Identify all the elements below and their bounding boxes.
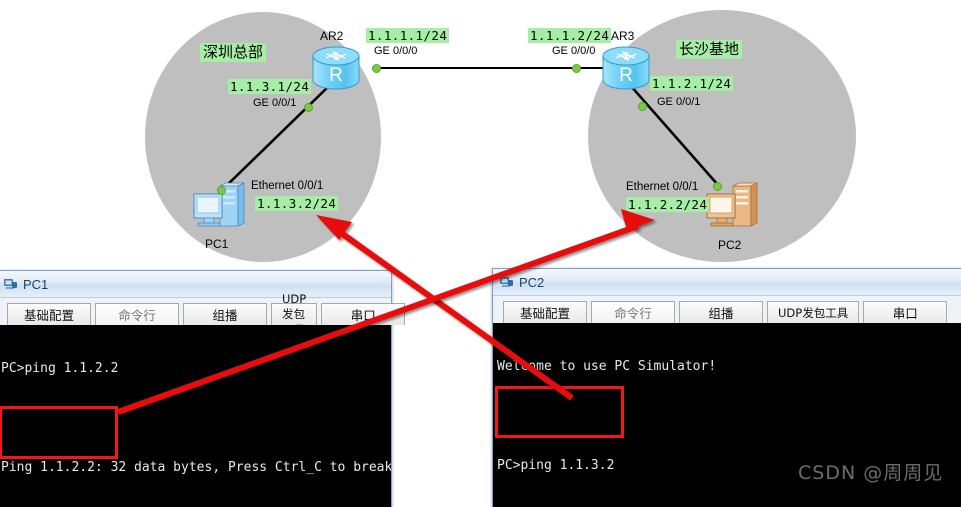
link-endpoint-dot <box>713 182 722 191</box>
pc2-titlebar[interactable]: PC2 <box>493 269 961 296</box>
pc2-terminal[interactable]: Welcome to use PC Simulator! PC>ping 1.1… <box>493 323 961 507</box>
right-zone-label: 长沙基地 <box>676 40 743 59</box>
pc1-tabstrip[interactable]: 基础配置 命令行 组播 UDP发包工具 串口 <box>0 292 406 337</box>
tab-组播[interactable]: 组播 <box>183 303 267 325</box>
pc1-interface: Ethernet 0/0/1 <box>251 180 324 192</box>
tab-命令行[interactable]: 命令行 <box>95 303 179 325</box>
ar3-wan-ip: 1.1.1.2/24 <box>528 28 612 43</box>
router-ar2-name: AR2 <box>320 29 344 43</box>
pc1-highlight-box <box>0 406 118 459</box>
terminal-line: PC>ping 1.1.2.2 <box>1 361 119 376</box>
ar3-lan-ip: 1.1.2.1/24 <box>650 76 734 91</box>
tab-组播[interactable]: 组播 <box>679 301 763 323</box>
tab-基础配置[interactable]: 基础配置 <box>503 301 587 323</box>
pc1-terminal[interactable]: PC>ping 1.1.2.2 Ping 1.1.2.2: 32 data by… <box>0 325 391 507</box>
ar2-lan-ip: 1.1.3.1/24 <box>228 79 312 94</box>
network-topology-diagram: 深圳总部 长沙基地 R AR2 1.1.1.1/24 GE 0/0/0 1.1.… <box>0 0 961 268</box>
terminal-line: Welcome to use PC Simulator! <box>497 359 717 374</box>
tab-基础配置[interactable]: 基础配置 <box>7 303 91 325</box>
ar3-lan-interface: GE 0/0/1 <box>657 96 701 108</box>
tab-串口[interactable]: 串口 <box>863 301 948 323</box>
pc2-tabstrip[interactable]: 基础配置 命令行 组播 UDP发包工具 串口 <box>493 296 961 323</box>
svg-text:R: R <box>329 65 343 86</box>
router-ar3-icon[interactable]: R <box>600 45 652 91</box>
link-endpoint-dot <box>372 64 381 73</box>
left-zone-label: 深圳总部 <box>200 43 267 62</box>
pc2-icon[interactable] <box>703 182 761 234</box>
svg-text:R: R <box>619 65 633 86</box>
pc2-window-title: PC2 <box>519 274 545 290</box>
link-endpoint-dot <box>638 102 647 111</box>
pc-window-icon <box>499 275 514 289</box>
pc1-window[interactable]: PC1 基础配置 命令行 组播 UDP发包工具 串口 PC>ping 1.1.2… <box>0 270 406 507</box>
pc2-interface: Ethernet 0/0/1 <box>626 181 699 193</box>
pc2-ip: 1.1.2.2/24 <box>626 197 710 212</box>
ar3-wan-interface: GE 0/0/0 <box>552 45 596 57</box>
tab-命令行[interactable]: 命令行 <box>591 301 675 323</box>
tab-UDP发包工具[interactable]: UDP发包工具 <box>271 292 318 337</box>
tab-串口[interactable]: 串口 <box>321 303 406 325</box>
pc2-highlight-box <box>495 386 624 438</box>
pc-window-icon <box>3 277 18 291</box>
pc1-titlebar[interactable]: PC1 <box>0 271 391 298</box>
link-endpoint-dot <box>217 186 226 195</box>
pc1-ip: 1.1.3.2/24 <box>255 196 339 211</box>
watermark: CSDN @周周见 <box>798 462 944 484</box>
pc2-name: PC2 <box>718 238 742 252</box>
link-endpoint-dot <box>572 64 581 73</box>
ar2-lan-interface: GE 0/0/1 <box>253 97 297 109</box>
pc1-name: PC1 <box>205 237 229 251</box>
pc2-window[interactable]: PC2 基础配置 命令行 组播 UDP发包工具 串口 Welcome to us… <box>492 268 961 507</box>
pc1-window-title: PC1 <box>23 276 49 292</box>
router-ar2-icon[interactable]: R <box>310 45 362 91</box>
tab-UDP发包工具[interactable]: UDP发包工具 <box>767 301 860 323</box>
link-endpoint-dot <box>304 103 313 112</box>
ar2-wan-ip: 1.1.1.1/24 <box>366 28 450 43</box>
terminal-line: Ping 1.1.2.2: 32 data bytes, Press Ctrl_… <box>1 460 391 475</box>
router-ar3-name: AR3 <box>611 29 635 43</box>
ar2-wan-interface: GE 0/0/0 <box>374 45 418 57</box>
